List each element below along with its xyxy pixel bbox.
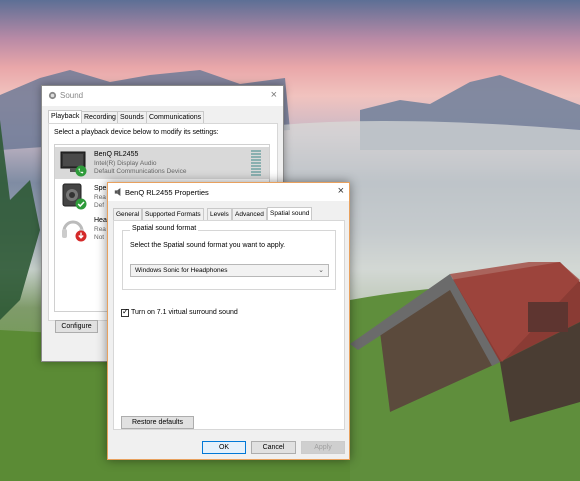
- close-icon[interactable]: ×: [271, 89, 277, 101]
- spatial-format-dropdown[interactable]: Windows Sonic for Headphones ⌄: [130, 264, 329, 277]
- barn-illustration: [350, 262, 580, 422]
- tab-advanced[interactable]: Advanced: [232, 208, 267, 220]
- checkmark-icon: ✓: [122, 307, 129, 316]
- device-status: Def: [94, 202, 105, 209]
- device-name: Spe: [94, 185, 107, 192]
- tab-supported-formats[interactable]: Supported Formats: [142, 208, 204, 220]
- speaker-icon: [48, 91, 57, 100]
- monitor-icon: [60, 151, 87, 177]
- tab-general[interactable]: General: [113, 208, 143, 220]
- volume-meter: [251, 150, 261, 176]
- speaker-icon: [62, 183, 87, 210]
- headphones-icon: [62, 220, 87, 242]
- chevron-down-icon: ⌄: [318, 267, 324, 274]
- properties-dialog: BenQ RL2455 Properties × General Support…: [107, 182, 350, 460]
- device-driver: Rea: [94, 194, 106, 201]
- cancel-button[interactable]: Cancel: [251, 441, 296, 454]
- restore-defaults-button[interactable]: Restore defaults: [121, 416, 194, 429]
- sound-window-title: Sound: [60, 91, 84, 100]
- phone-default-icon: [75, 165, 87, 177]
- device-item-benq[interactable]: BenQ RL2455 Intel(R) Display Audio Defau…: [55, 147, 269, 179]
- spatial-sound-panel: Spatial sound format Select the Spatial …: [113, 220, 345, 430]
- device-driver: Intel(R) Display Audio: [94, 160, 157, 167]
- tab-recording[interactable]: Recording: [81, 111, 119, 123]
- device-name: BenQ RL2455: [94, 151, 139, 158]
- tab-spatial-sound[interactable]: Spatial sound: [267, 207, 313, 220]
- close-icon[interactable]: ×: [338, 185, 344, 197]
- properties-title-bar[interactable]: BenQ RL2455 Properties ×: [108, 183, 349, 201]
- device-status: Not: [94, 234, 105, 241]
- tab-sounds[interactable]: Sounds: [117, 111, 147, 123]
- group-description: Select the Spatial sound format you want…: [130, 242, 286, 249]
- tab-playback[interactable]: Playback: [48, 110, 83, 123]
- device-name: Hea: [94, 217, 107, 224]
- virtual-surround-checkbox[interactable]: ✓: [121, 307, 129, 317]
- virtual-surround-label[interactable]: Turn on 7.1 virtual surround sound: [131, 309, 238, 316]
- playback-instruction: Select a playback device below to modify…: [54, 129, 219, 136]
- spatial-format-group: Spatial sound format Select the Spatial …: [122, 225, 336, 290]
- device-status: Default Communications Device: [94, 168, 187, 175]
- apply-button[interactable]: Apply: [301, 441, 345, 454]
- speaker-icon: [114, 188, 121, 196]
- sound-title-bar[interactable]: Sound ×: [42, 86, 283, 106]
- device-driver: Rea: [94, 226, 106, 233]
- tab-levels[interactable]: Levels: [207, 208, 232, 220]
- group-title: Spatial sound format: [130, 225, 199, 232]
- tab-communications[interactable]: Communications: [146, 111, 205, 123]
- checkmark-default-icon: [75, 198, 87, 210]
- ok-button[interactable]: OK: [202, 441, 246, 454]
- dropdown-value: Windows Sonic for Headphones: [135, 267, 228, 274]
- configure-button[interactable]: Configure: [55, 320, 98, 333]
- properties-window-title: BenQ RL2455 Properties: [125, 188, 209, 197]
